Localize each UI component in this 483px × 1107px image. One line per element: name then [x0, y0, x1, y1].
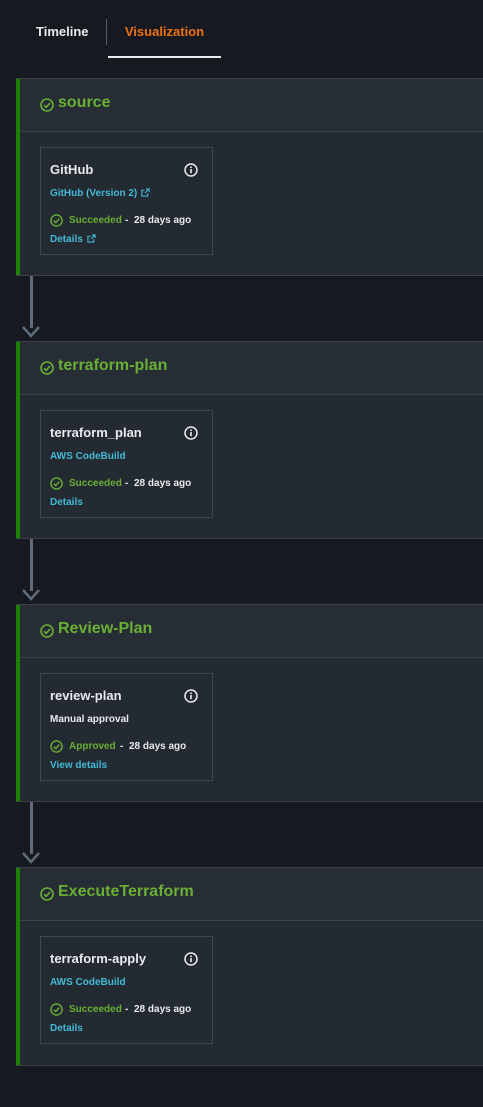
action-name: terraform_plan: [50, 425, 142, 440]
check-circle-icon: [40, 98, 54, 112]
stage-header: terraform-plan: [20, 342, 483, 395]
stage-title: Review-Plan: [58, 620, 153, 637]
tab-timeline[interactable]: Timeline: [36, 0, 89, 58]
details-link[interactable]: Details: [50, 497, 83, 508]
provider-link[interactable]: GitHub (Version 2): [50, 188, 150, 199]
provider-label: Manual approval: [50, 714, 129, 725]
tab-divider: [106, 19, 107, 45]
stage-execute-terraform: ExecuteTerraform terraform-apply AWS Cod…: [16, 867, 483, 1066]
action-card: GitHub GitHub (Version 2) Succeeded - 28…: [40, 147, 213, 255]
action-name: review-plan: [50, 688, 122, 703]
stage-connector: [30, 802, 33, 854]
status-time: 28 days ago: [134, 215, 192, 226]
stage-title: source: [58, 94, 111, 111]
status-time: 28 days ago: [134, 1004, 192, 1015]
arrow-down-icon: [22, 852, 40, 864]
action-card: review-plan Manual approval Approved - 2…: [40, 673, 213, 781]
details-link[interactable]: Details: [50, 234, 96, 245]
stage-title: ExecuteTerraform: [58, 883, 194, 900]
stage-header: ExecuteTerraform: [20, 868, 483, 921]
action-card: terraform-apply AWS CodeBuild Succeeded …: [40, 936, 213, 1044]
action-name: GitHub: [50, 162, 94, 177]
status-separator: -: [125, 478, 129, 489]
details-label: Details: [50, 234, 83, 245]
external-link-icon: [141, 188, 150, 197]
status-text: Succeeded: [69, 215, 122, 226]
status-text: Succeeded: [69, 1004, 122, 1015]
status-time: 28 days ago: [129, 741, 187, 752]
stage-review-plan: Review-Plan review-plan Manual approval …: [16, 604, 483, 802]
check-circle-icon: [50, 214, 63, 227]
info-icon[interactable]: [184, 952, 198, 966]
check-circle-icon: [40, 361, 54, 375]
external-link-icon: [87, 234, 96, 243]
arrow-down-icon: [22, 326, 40, 338]
action-card: terraform_plan AWS CodeBuild Succeeded -…: [40, 410, 213, 518]
info-icon[interactable]: [184, 689, 198, 703]
provider-link[interactable]: AWS CodeBuild: [50, 451, 126, 462]
stage-header: source: [20, 79, 483, 132]
check-circle-icon: [40, 624, 54, 638]
check-circle-icon: [50, 740, 63, 753]
stage-source: source GitHub GitHub (Version 2) Succeed…: [16, 78, 483, 276]
status-separator: -: [125, 215, 129, 226]
status-text: Succeeded: [69, 478, 122, 489]
check-circle-icon: [50, 477, 63, 490]
check-circle-icon: [40, 887, 54, 901]
view-details-link[interactable]: View details: [50, 760, 107, 771]
stage-terraform-plan: terraform-plan terraform_plan AWS CodeBu…: [16, 341, 483, 539]
stage-title: terraform-plan: [58, 357, 168, 374]
stage-connector: [30, 539, 33, 591]
status-separator: -: [120, 741, 124, 752]
status-text: Approved: [69, 741, 116, 752]
status-separator: -: [125, 1004, 129, 1015]
stage-header: Review-Plan: [20, 605, 483, 658]
tab-visualization[interactable]: Visualization: [108, 0, 221, 58]
arrow-down-icon: [22, 589, 40, 601]
check-circle-icon: [50, 1003, 63, 1016]
provider-link[interactable]: AWS CodeBuild: [50, 977, 126, 988]
info-icon[interactable]: [184, 426, 198, 440]
stage-connector: [30, 276, 33, 328]
details-link[interactable]: Details: [50, 1023, 83, 1034]
info-icon[interactable]: [184, 163, 198, 177]
active-tab-indicator: [108, 56, 221, 58]
provider-label: GitHub (Version 2): [50, 188, 138, 199]
status-time: 28 days ago: [134, 478, 192, 489]
tab-bar: Timeline Visualization: [16, 0, 483, 58]
action-name: terraform-apply: [50, 951, 147, 966]
